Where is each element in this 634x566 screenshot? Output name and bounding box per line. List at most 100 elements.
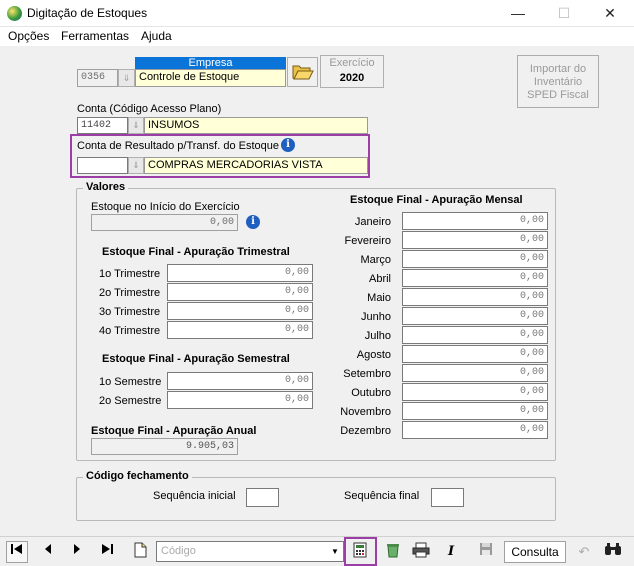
semestral-title: Estoque Final - Apuração Semestral [102,353,290,365]
binoculars-icon [605,543,621,555]
undo-icon[interactable]: ↶ [573,541,595,563]
recycle-icon [387,544,399,558]
month-value-field[interactable]: 0,00 [402,402,548,420]
chevron-down-icon[interactable]: ▼ [331,547,339,556]
minimize-button[interactable]: — [495,0,541,27]
month-value-field[interactable]: 0,00 [402,231,548,249]
conta-name-field[interactable]: INSUMOS [144,117,368,134]
last-record-icon [102,544,113,554]
next-record-icon [74,544,80,554]
bottom-toolbar: Código ▼ I Consulta ↶ [0,536,634,566]
info-icon[interactable]: i [281,138,295,152]
maximize-button[interactable]: ☐ [541,0,587,27]
conta-code-field[interactable]: 11402 [77,117,128,134]
italic-icon[interactable]: I [440,541,462,563]
new-record-button[interactable] [129,541,151,563]
month-label: Novembro [340,406,391,418]
semestre-2-field[interactable]: 0,00 [167,391,313,409]
month-value-field[interactable]: 0,00 [402,421,548,439]
mode-indicator: Consulta [504,541,566,563]
close-button[interactable]: ✕ [587,0,633,27]
first-record-icon [11,544,22,554]
app-globe-icon [7,6,22,21]
window-title: Digitação de Estoques [27,6,148,20]
inicio-info-icon[interactable]: i [246,215,260,229]
month-label: Setembro [343,368,391,380]
conta-resultado-lookup-icon[interactable]: ⇓ [128,157,144,174]
calculate-button[interactable] [349,541,371,563]
print-button[interactable] [410,541,432,563]
trimestre-3-field[interactable]: 0,00 [167,302,313,320]
inicio-field: 0,00 [91,214,238,231]
mensal-title: Estoque Final - Apuração Mensal [350,194,523,206]
month-label: Dezembro [340,425,391,437]
printer-icon [412,542,430,558]
conta-resultado-name-field[interactable]: COMPRAS MERCADORIAS VISTA [144,157,368,174]
trimestre-1-field[interactable]: 0,00 [167,264,313,282]
search-code-field[interactable]: Código [156,541,344,562]
menu-opcoes[interactable]: Opções [8,29,49,43]
last-record-button[interactable] [96,541,118,563]
trimestre-4-field[interactable]: 0,00 [167,321,313,339]
anual-field: 9.905,03 [91,438,238,455]
semestre-2-label: 2o Semestre [99,395,162,407]
save-icon [480,543,492,555]
find-button[interactable] [602,541,624,563]
prev-record-icon [45,544,51,554]
month-value-field[interactable]: 0,00 [402,212,548,230]
semestre-1-label: 1o Semestre [99,376,162,388]
month-value-field[interactable]: 0,00 [402,345,548,363]
trimestral-title: Estoque Final - Apuração Trimestral [102,246,290,258]
menu-bar: Opções Ferramentas Ajuda [0,27,634,46]
conta-resultado-code-field[interactable] [77,157,128,174]
anual-title: Estoque Final - Apuração Anual [91,425,257,437]
menu-ajuda[interactable]: Ajuda [141,29,172,43]
fechamento-group [76,477,556,521]
save-button[interactable] [475,541,497,563]
month-label: Janeiro [354,216,391,228]
month-label: Outubro [351,387,391,399]
trimestre-4-label: 4o Trimestre [99,325,161,337]
prev-record-button[interactable] [37,541,59,563]
next-record-button[interactable] [66,541,88,563]
trimestre-1-label: 1o Trimestre [99,268,161,280]
month-value-field[interactable]: 0,00 [402,383,548,401]
seq-final-field[interactable] [431,488,464,507]
trimestre-2-field[interactable]: 0,00 [167,283,313,301]
month-label: Junho [361,311,391,323]
conta-resultado-label: Conta de Resultado p/Transf. do Estoque [77,140,279,152]
month-value-field[interactable]: 0,00 [402,288,548,306]
month-value-field[interactable]: 0,00 [402,326,548,344]
conta-lookup-icon[interactable]: ⇓ [128,117,144,134]
menu-ferramentas[interactable]: Ferramentas [61,29,129,43]
valores-title: Valores [83,181,129,193]
seq-inicial-field[interactable] [246,488,279,507]
month-label: Março [360,254,391,266]
semestre-1-field[interactable]: 0,00 [167,372,313,390]
first-record-button[interactable] [6,541,28,563]
fechamento-title: Código fechamento [83,470,192,482]
month-value-field[interactable]: 0,00 [402,307,548,325]
title-bar: Digitação de Estoques — ☐ ✕ [0,0,634,27]
empresa-name-field[interactable]: Controle de Estoque [135,69,286,87]
empresa-code-field[interactable]: 0356 [77,69,118,87]
month-value-field[interactable]: 0,00 [402,250,548,268]
calculator-icon [353,542,367,558]
importar-sped-button[interactable]: Importar do Inventário SPED Fiscal [517,55,599,108]
delete-button[interactable] [382,541,404,563]
open-folder-button[interactable] [287,57,318,87]
new-document-icon [134,542,147,558]
inicio-label: Estoque no Início do Exercício [91,201,240,213]
exercicio-box: Exercício 2020 [320,55,384,88]
trimestre-3-label: 3o Trimestre [99,306,161,318]
exercicio-value: 2020 [339,72,365,84]
empresa-lookup-icon[interactable]: ⇓ [118,69,135,87]
month-value-field[interactable]: 0,00 [402,364,548,382]
folder-open-icon [292,65,314,80]
seq-inicial-label: Sequência inicial [153,490,236,502]
seq-final-label: Sequência final [344,490,420,502]
month-label: Maio [367,292,391,304]
month-value-field[interactable]: 0,00 [402,269,548,287]
trimestre-2-label: 2o Trimestre [99,287,161,299]
month-label: Julho [364,330,391,342]
